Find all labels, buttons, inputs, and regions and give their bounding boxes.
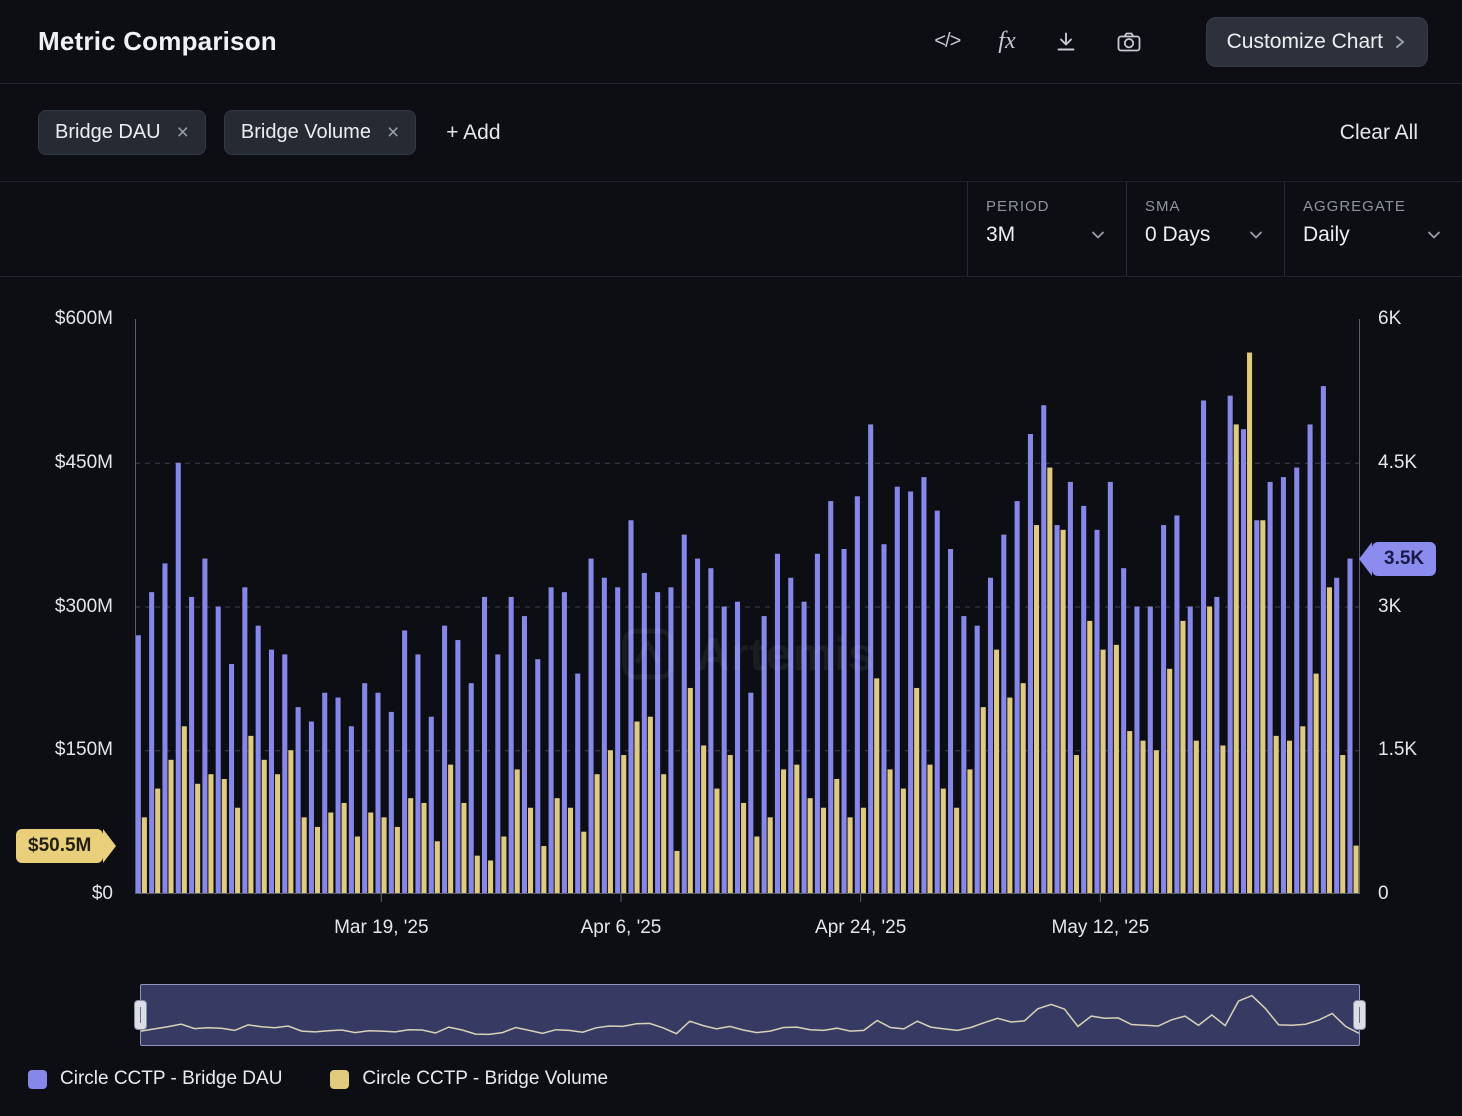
plot-area[interactable]: Artemis: [135, 319, 1360, 894]
navigator-left-handle[interactable]: [134, 1000, 147, 1030]
clear-all-button[interactable]: Clear All: [1340, 121, 1418, 145]
metric-comparison-panel: Metric Comparison </> fx Cus: [0, 0, 1462, 1116]
chevron-down-icon: [1248, 229, 1264, 241]
x-tick-label: Mar 19, '25: [334, 917, 428, 939]
range-navigator[interactable]: [140, 984, 1360, 1046]
chip-bridge-volume[interactable]: Bridge Volume ×: [224, 110, 416, 155]
navigator-right-handle[interactable]: [1353, 1000, 1366, 1030]
x-tick-label: Apr 24, '25: [815, 917, 906, 939]
remove-chip-icon[interactable]: ×: [387, 122, 399, 143]
aggregate-dropdown[interactable]: AGGREGATE Daily: [1284, 182, 1462, 276]
legend: Circle CCTP - Bridge DAU Circle CCTP - B…: [28, 1068, 1462, 1090]
volume-swatch: [330, 1070, 349, 1089]
x-tick-label: May 12, '25: [1052, 917, 1150, 939]
remove-chip-icon[interactable]: ×: [177, 122, 189, 143]
download-icon[interactable]: [1054, 30, 1078, 54]
volume-value-callout: $50.5M: [16, 829, 103, 863]
dau-swatch: [28, 1070, 47, 1089]
chevron-down-icon: [1426, 229, 1442, 241]
y-tick-label: $600M: [55, 308, 113, 330]
y-axis-right: 01.5K3K4.5K6K: [1372, 319, 1457, 894]
topbar-actions: </> fx Customize Chart: [934, 17, 1428, 67]
y-tick-label: 1.5K: [1378, 739, 1417, 761]
legend-item-bridge-volume[interactable]: Circle CCTP - Bridge Volume: [330, 1068, 608, 1090]
camera-icon[interactable]: [1116, 30, 1142, 54]
topbar: Metric Comparison </> fx Cus: [0, 0, 1462, 84]
y-axis-left: $0$150M$300M$450M$600M: [0, 319, 123, 894]
y-tick-label: 6K: [1378, 308, 1401, 330]
y-tick-label: 0: [1378, 883, 1389, 905]
y-tick-label: $0: [92, 883, 113, 905]
chip-bridge-dau[interactable]: Bridge DAU ×: [38, 110, 206, 155]
x-tick-label: Apr 6, '25: [581, 917, 662, 939]
page-title: Metric Comparison: [38, 26, 277, 57]
embed-code-icon[interactable]: </>: [934, 30, 960, 53]
chart-area: $0 $150M $300M $450M $600M Artemis 0 1.5K 3K 4.…: [0, 277, 1462, 974]
chevron-right-icon: [1393, 34, 1407, 50]
y-tick-label: $450M: [55, 452, 113, 474]
chevron-down-icon: [1090, 229, 1106, 241]
y-tick-label: 3K: [1378, 596, 1401, 618]
period-dropdown[interactable]: PERIOD 3M: [967, 182, 1126, 276]
navigator-sparkline: [141, 985, 1359, 1045]
dau-value-callout: 3.5K: [1372, 542, 1436, 576]
y-tick-label: 4.5K: [1378, 452, 1417, 474]
bars-svg: [135, 319, 1360, 903]
sma-dropdown[interactable]: SMA 0 Days: [1126, 182, 1284, 276]
chart-controls-row: PERIOD 3M SMA 0 Days AGGREGATE Daily: [0, 182, 1462, 277]
metric-chips-row: Bridge DAU × Bridge Volume × + Add Clear…: [0, 84, 1462, 182]
y-tick-label: $150M: [55, 739, 113, 761]
formula-icon[interactable]: fx: [998, 28, 1015, 55]
customize-chart-button[interactable]: Customize Chart: [1206, 17, 1428, 67]
y-tick-label: $300M: [55, 596, 113, 618]
add-metric-button[interactable]: + Add: [446, 121, 500, 145]
legend-item-bridge-dau[interactable]: Circle CCTP - Bridge DAU: [28, 1068, 282, 1090]
x-axis-labels: Mar 19, '25 Apr 6, '25 Apr 24, '25 May 12, …: [135, 917, 1360, 947]
